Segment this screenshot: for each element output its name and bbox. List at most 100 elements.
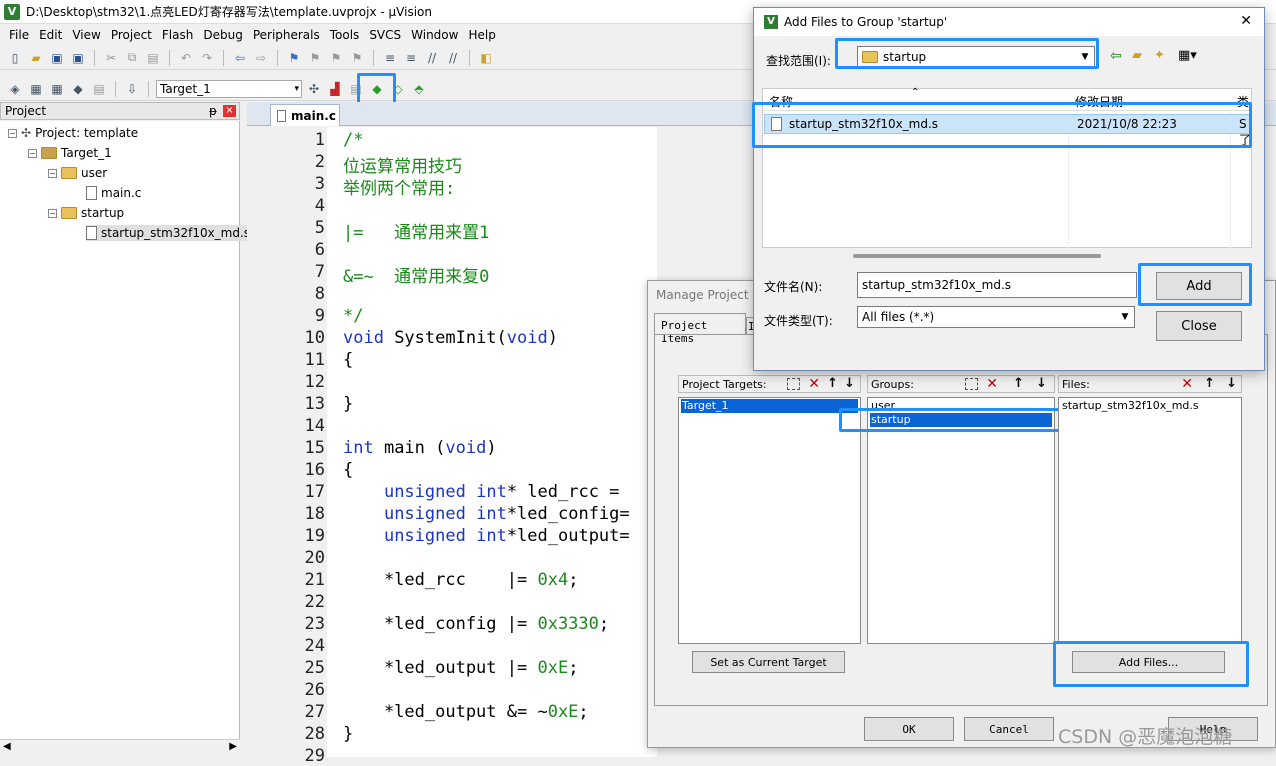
collapse-icon[interactable]: − xyxy=(48,208,57,218)
back-icon[interactable]: ⇦ xyxy=(1110,48,1122,64)
menu-edit[interactable]: Edit xyxy=(34,28,67,42)
unindent-icon[interactable]: ≡ xyxy=(402,49,420,67)
list-item-target[interactable]: Target_1 xyxy=(681,399,858,413)
new-folder-icon[interactable]: ✦ xyxy=(1154,48,1165,63)
indent-icon[interactable]: ≡ xyxy=(381,49,399,67)
batch-build-icon[interactable]: ◆ xyxy=(69,80,87,98)
code-line: } xyxy=(343,394,354,414)
move-down-icon[interactable]: ↓ xyxy=(844,376,855,391)
view-menu-icon[interactable]: ▦▾ xyxy=(1178,48,1197,63)
manage-project-items-icon[interactable]: ▟ xyxy=(326,80,344,98)
horizontal-scrollbar[interactable] xyxy=(853,254,1101,258)
cancel-button[interactable]: Cancel xyxy=(964,717,1054,741)
redo-icon[interactable]: ↷ xyxy=(198,49,216,67)
groups-list[interactable]: user startup xyxy=(867,397,1055,644)
paste-icon[interactable]: ▤ xyxy=(144,49,162,67)
look-in-label: 查找范围(I): xyxy=(766,54,831,68)
filename-input[interactable]: startup_stm32f10x_md.s xyxy=(857,272,1137,298)
build-icon[interactable]: ▦ xyxy=(27,80,45,98)
close-button[interactable]: Close xyxy=(1156,311,1242,341)
delete-icon[interactable]: ✕ xyxy=(986,376,998,392)
new-file-icon[interactable]: ▯ xyxy=(6,49,24,67)
bookmark-next-icon[interactable]: ⚑ xyxy=(327,49,345,67)
menu-window[interactable]: Window xyxy=(406,28,463,42)
target-options-icon[interactable]: ✣ xyxy=(305,80,323,98)
ok-button[interactable]: OK xyxy=(864,717,954,741)
pin-icon[interactable]: ᵽ xyxy=(209,103,217,119)
device-db-icon[interactable]: ⬘ xyxy=(410,80,428,98)
menu-tools[interactable]: Tools xyxy=(325,28,365,42)
line-number: 27 xyxy=(304,702,325,722)
tree-node-group-startup[interactable]: − startup xyxy=(48,206,124,220)
menu-view[interactable]: View xyxy=(67,28,105,42)
tree-label-target: Target_1 xyxy=(61,146,112,160)
new-target-icon[interactable] xyxy=(787,378,800,390)
move-up-icon[interactable]: ↑ xyxy=(1204,376,1215,391)
cut-icon[interactable]: ✂ xyxy=(102,49,120,67)
move-up-icon[interactable]: ↑ xyxy=(827,376,838,391)
tree-node-target[interactable]: − Target_1 xyxy=(28,146,112,160)
folder-icon xyxy=(61,167,77,179)
menu-peripherals[interactable]: Peripherals xyxy=(248,28,325,42)
menu-flash[interactable]: Flash xyxy=(157,28,198,42)
tree-node-file-main[interactable]: main.c xyxy=(86,186,141,200)
delete-icon[interactable]: ✕ xyxy=(1181,376,1193,392)
scroll-left-icon[interactable]: ◀ xyxy=(3,741,11,752)
line-number: 11 xyxy=(304,350,325,370)
menu-file[interactable]: File xyxy=(4,28,34,42)
tab-main-c[interactable]: main.c xyxy=(270,104,340,126)
list-item-file[interactable]: startup_stm32f10x_md.s xyxy=(1061,399,1239,413)
collapse-icon[interactable]: − xyxy=(8,128,17,138)
target-select[interactable]: Target_1 ▾ xyxy=(156,79,302,98)
close-icon[interactable]: ✕ xyxy=(1240,13,1252,29)
open-folder-icon[interactable]: ▰ xyxy=(27,49,45,67)
menu-debug[interactable]: Debug xyxy=(198,28,247,42)
bookmark-clear-icon[interactable]: ⚑ xyxy=(348,49,366,67)
nav-forward-icon[interactable]: ⇨ xyxy=(252,49,270,67)
move-down-icon[interactable]: ↓ xyxy=(1036,376,1047,391)
targets-list[interactable]: Target_1 xyxy=(678,397,861,644)
new-group-icon[interactable] xyxy=(965,378,978,390)
delete-icon[interactable]: ✕ xyxy=(808,376,820,392)
nav-back-icon[interactable]: ⇦ xyxy=(231,49,249,67)
undo-icon[interactable]: ↶ xyxy=(177,49,195,67)
scroll-right-icon[interactable]: ▶ xyxy=(229,741,237,752)
rebuild-icon[interactable]: ▦ xyxy=(48,80,66,98)
find-in-files-icon[interactable]: ◧ xyxy=(477,49,495,67)
save-all-icon[interactable]: ▣ xyxy=(69,49,87,67)
filetype-select[interactable]: All files (*.*) ▼ xyxy=(857,306,1135,328)
bookmark-prev-icon[interactable]: ⚑ xyxy=(306,49,324,67)
move-up-icon[interactable]: ↑ xyxy=(1013,376,1024,391)
code-line: int main (void) xyxy=(343,438,497,458)
tree-node-file-startup[interactable]: startup_stm32f10x_md.s xyxy=(86,225,255,241)
bookmark-icon[interactable]: ⚑ xyxy=(285,49,303,67)
download-icon[interactable]: ⇩ xyxy=(123,80,141,98)
collapse-icon[interactable]: − xyxy=(28,148,37,158)
close-icon[interactable]: × xyxy=(223,105,236,117)
set-current-target-button[interactable]: Set as Current Target xyxy=(692,651,845,673)
line-number: 24 xyxy=(304,636,325,656)
up-folder-icon[interactable]: ▰ xyxy=(1132,48,1142,63)
collapse-icon[interactable]: − xyxy=(48,168,57,178)
copy-icon[interactable]: ⧉ xyxy=(123,49,141,67)
translate-icon[interactable]: ◈ xyxy=(6,80,24,98)
save-icon[interactable]: ▣ xyxy=(48,49,66,67)
project-hscrollbar[interactable]: ◀ ▶ xyxy=(0,739,240,757)
stop-build-icon[interactable]: ▤ xyxy=(90,80,108,98)
files-list[interactable]: startup_stm32f10x_md.s xyxy=(1058,397,1242,644)
filetype-value: All files (*.*) xyxy=(862,310,935,324)
menu-help[interactable]: Help xyxy=(463,28,500,42)
menu-svcs[interactable]: SVCS xyxy=(364,28,406,42)
code-line: void SystemInit(void) xyxy=(343,328,558,348)
line-number: 23 xyxy=(304,614,325,634)
tab-project-items[interactable]: Project Items xyxy=(654,313,746,345)
menu-project[interactable]: Project xyxy=(106,28,157,42)
project-tree: − ✣ Project: template − Target_1 − user … xyxy=(0,121,255,741)
add-files-title-bar: V Add Files to Group 'startup' ✕ xyxy=(754,8,1264,36)
tree-node-group-user[interactable]: − user xyxy=(48,166,107,180)
tree-node-project[interactable]: − ✣ Project: template xyxy=(8,126,138,140)
uncomment-icon[interactable]: // xyxy=(444,49,462,67)
move-down-icon[interactable]: ↓ xyxy=(1226,376,1237,391)
comment-icon[interactable]: // xyxy=(423,49,441,67)
targets-header: Project Targets: ✕ ↑ ↓ xyxy=(678,375,861,393)
